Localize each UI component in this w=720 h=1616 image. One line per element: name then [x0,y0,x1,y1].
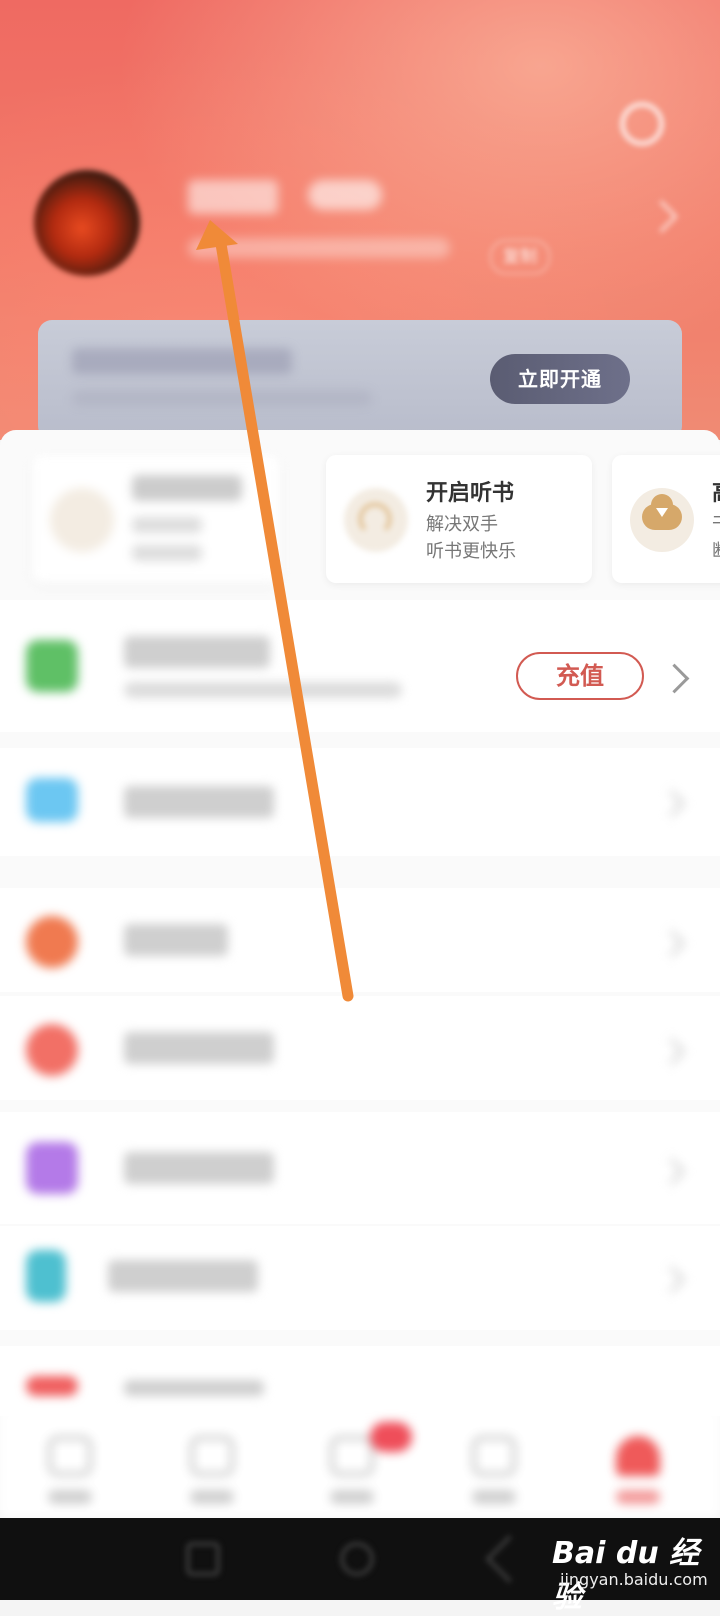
welfare-icon [26,916,78,968]
profile-header: 复制 立即开通 [0,0,720,440]
profile-tab-icon[interactable] [616,1436,660,1476]
list-item-label [108,1260,258,1292]
tab-label [472,1490,516,1504]
copy-id-button[interactable]: 复制 [490,240,550,274]
wallet-icon [26,640,78,692]
home-tab-icon[interactable] [48,1436,92,1476]
list-item[interactable] [0,996,720,1100]
feature-subtitle-2: 断 [712,538,720,565]
feature-card-1[interactable] [32,455,280,583]
list-item[interactable] [0,1226,720,1330]
list-item[interactable] [0,888,720,992]
message-icon [26,778,78,822]
vip-card[interactable]: 立即开通 [38,320,682,440]
status-bar [0,0,720,50]
recent-apps-icon[interactable] [186,1542,220,1576]
list-item[interactable] [0,1112,720,1224]
list-item-label [124,1152,274,1184]
tab-label [616,1490,660,1504]
feature-title: 高 [712,475,720,507]
category-tab-icon[interactable] [472,1436,516,1476]
chevron-right-icon[interactable] [658,1158,685,1185]
list-item-label [124,1032,274,1064]
notification-badge [370,1422,412,1452]
feature-card-audiobook[interactable]: 开启听书 解决双手 听书更快乐 [326,455,592,583]
history-icon [26,1024,78,1076]
chevron-right-icon[interactable] [658,1266,685,1293]
feature-sub [132,545,202,561]
list-item-label [124,924,228,956]
bottom-navigation [0,1408,720,1518]
account-balance [124,682,402,698]
chevron-right-icon[interactable] [658,930,685,957]
list-icon [26,1376,78,1396]
list-item[interactable] [0,1346,720,1416]
discover-tab-icon[interactable] [330,1436,374,1476]
feature-subtitle-2: 听书更快乐 [426,541,516,562]
headphones-icon [344,488,408,552]
feature-title [132,475,242,501]
comment-icon [26,1142,78,1194]
list-item-label [124,1380,264,1396]
back-icon[interactable] [484,1534,534,1584]
tab-label [190,1490,234,1504]
messages-row[interactable] [0,748,720,856]
vip-subtitle [72,390,372,406]
tab-label [48,1490,92,1504]
baidu-jingyan-watermark: Bai du 经验 jingyan.baidu.com [552,1524,712,1615]
chevron-right-icon[interactable] [645,200,678,233]
account-label [124,636,270,668]
feature-card-download[interactable]: 高 干 断 [612,455,720,583]
vip-open-button[interactable]: 立即开通 [490,354,630,404]
user-level-badge [308,180,382,210]
home-icon[interactable] [340,1542,374,1576]
watermark-site: jingyan.baidu.com [560,1570,708,1589]
tab-label [330,1490,374,1504]
bookshelf-tab-icon[interactable] [190,1436,234,1476]
booklist-icon [26,1250,66,1302]
feature-subtitle-1: 解决双手 [426,514,498,535]
user-name[interactable] [188,180,278,214]
recharge-button[interactable]: 充值 [516,652,644,700]
user-id [188,238,450,258]
vip-title [72,348,292,374]
cloud-download-icon [630,488,694,552]
messages-label [124,786,274,818]
feature-title: 开启听书 [426,481,515,506]
feature-sub [132,517,202,533]
avatar[interactable] [34,170,140,276]
chevron-right-icon[interactable] [658,1038,685,1065]
chevron-right-icon[interactable] [658,790,685,817]
feature-subtitle-1: 干 [712,511,720,538]
gear-icon[interactable] [620,102,664,146]
crown-icon [50,488,114,552]
